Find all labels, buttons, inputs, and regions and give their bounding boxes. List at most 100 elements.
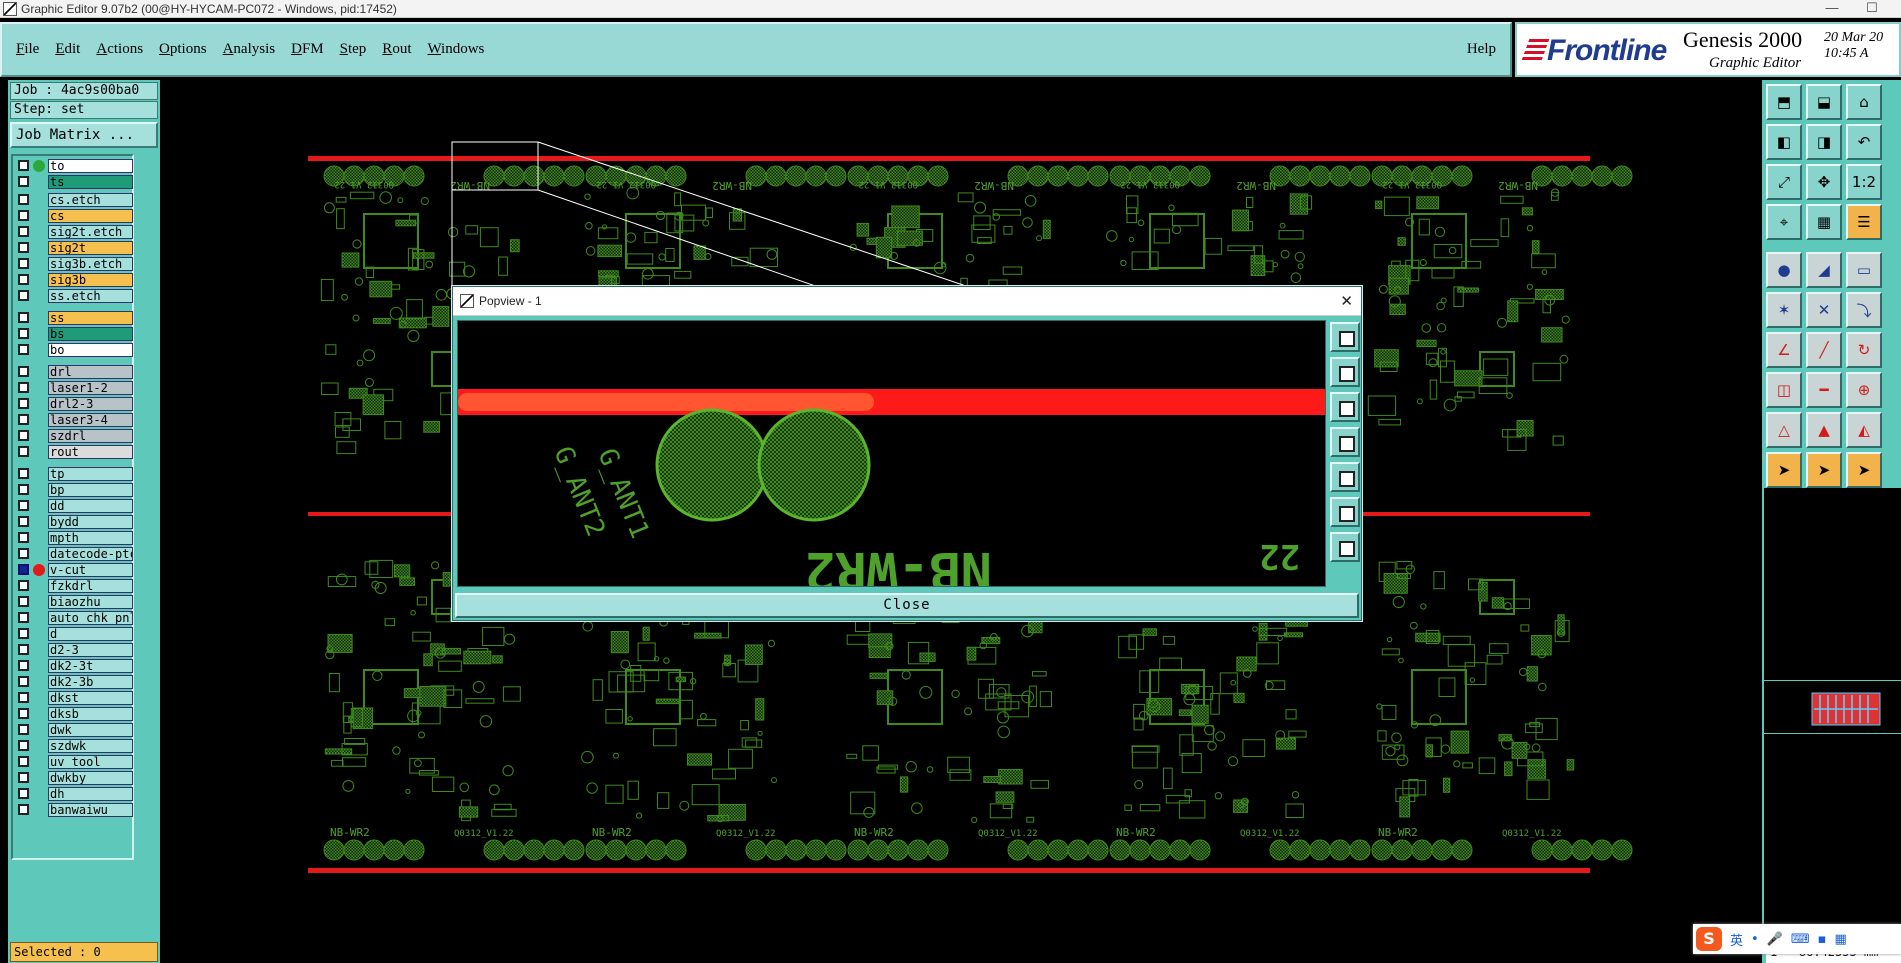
layer-row-dk2-3t[interactable]: dk2-3t [15,659,133,673]
job-matrix-button[interactable]: Job Matrix ... [10,122,158,148]
layer-row-sig2t[interactable]: sig2t [15,241,133,255]
maximize-icon[interactable]: ☐ [1852,0,1892,18]
layer-checkbox[interactable] [18,274,29,285]
layer-row-dk2-3b[interactable]: dk2-3b [15,675,133,689]
layer-checkbox[interactable] [18,692,29,703]
layer-checkbox[interactable] [18,740,29,751]
pointer-step-icon[interactable]: ➤ [1846,452,1882,488]
layer-row-dd[interactable]: dd [15,499,133,513]
layer-row-datecode-ptc[interactable]: datecode-ptc [15,547,133,561]
popview-close-button[interactable]: Close [455,593,1359,618]
layer-row-bydd[interactable]: bydd [15,515,133,529]
skin-icon[interactable]: ▪ [1818,932,1827,947]
move-icon[interactable]: ⊕ [1846,372,1882,408]
layer-row-laser3-4[interactable]: laser3-4 [15,413,133,427]
layer-checkbox[interactable] [18,382,29,393]
layer-row-cs.etch[interactable]: cs.etch [15,193,133,207]
pan-down-icon[interactable]: ⬓ [1806,84,1842,120]
minus-icon[interactable]: ━ [1806,372,1842,408]
layer-checkbox[interactable] [18,242,29,253]
pointer-icon[interactable]: ➤ [1766,452,1802,488]
triangle-outline-icon[interactable]: ▲ [1806,412,1842,448]
layer-row-bo[interactable]: bo [15,343,133,357]
keyboard-icon[interactable]: ⌨ [1791,932,1810,947]
layer-row-dwkby[interactable]: dwkby [15,771,133,785]
layers-icon[interactable]: ☰ [1846,204,1882,240]
layer-checkbox[interactable] [18,366,29,377]
feature-icon[interactable]: ◫ [1766,372,1802,408]
menu-edit[interactable]: Edit [55,41,80,58]
layer-checkbox[interactable] [18,548,29,559]
layer-row-auto_chk_pnl[interactable]: auto_chk_pnl [15,611,133,625]
layer-row-drl[interactable]: drl [15,365,133,379]
layer-row-ss[interactable]: ss [15,311,133,325]
layer-row-bp[interactable]: bp [15,483,133,497]
layer-row-dksb[interactable]: dksb [15,707,133,721]
arc-icon[interactable]: ↻ [1846,332,1882,368]
layer-row-dkst[interactable]: dkst [15,691,133,705]
layer-checkbox[interactable] [18,210,29,221]
layer-row-dh[interactable]: dh [15,787,133,801]
menu-actions[interactable]: Actions [96,41,143,58]
layer-row-fzkdrl[interactable]: fzkdrl [15,579,133,593]
toolbox-icon[interactable]: ▦ [1834,932,1846,947]
layer-row-sig3b.etch[interactable]: sig3b.etch [15,257,133,271]
menu-dfm[interactable]: DFM [291,41,324,58]
layer-row-tp[interactable]: tp [15,467,133,481]
layer-checkbox[interactable] [18,344,29,355]
layer-row-ss.etch[interactable]: ss.etch [15,289,133,303]
pv-pan-down-icon[interactable] [1330,392,1360,422]
layer-checkbox[interactable] [18,446,29,457]
layer-checkbox[interactable] [18,724,29,735]
layer-checkbox[interactable] [18,414,29,425]
line-select-icon[interactable]: ◢ [1806,252,1842,288]
ime-punct-icon[interactable]: • [1751,932,1759,947]
layer-checkbox[interactable] [18,226,29,237]
layer-checkbox[interactable] [18,708,29,719]
layer-checkbox[interactable] [18,564,29,575]
ime-toolbar[interactable]: S 英 • 🎤 ⌨ ▪ ▦ [1693,924,1901,954]
layer-checkbox[interactable] [18,484,29,495]
layer-checkbox[interactable] [18,804,29,815]
zoom-center-icon[interactable]: ✥ [1806,164,1842,200]
angle-icon[interactable]: ∠ [1766,332,1802,368]
layer-row-drl2-3[interactable]: drl2-3 [15,397,133,411]
menu-windows[interactable]: Windows [427,41,484,58]
layer-row-rout[interactable]: rout [15,445,133,459]
layer-checkbox[interactable] [18,500,29,511]
layer-checkbox[interactable] [18,772,29,783]
pointer-plus-icon[interactable]: ➤ [1806,452,1842,488]
layer-row-uv_tool[interactable]: uv_tool [15,755,133,769]
menu-step[interactable]: Step [340,41,367,58]
layer-row-sig2t.etch[interactable]: sig2t.etch [15,225,133,239]
layer-row-biaozhu[interactable]: biaozhu [15,595,133,609]
route-icon[interactable]: ⤵ [1846,292,1882,328]
layer-row-mpth[interactable]: mpth [15,531,133,545]
layer-row-ts[interactable]: ts [15,175,133,189]
layer-row-sig3b[interactable]: sig3b [15,273,133,287]
layer-checkbox[interactable] [18,430,29,441]
layer-row-bs[interactable]: bs [15,327,133,341]
layer-checkbox[interactable] [18,194,29,205]
pv-center-icon[interactable] [1330,532,1360,562]
undo-zoom-icon[interactable]: ↶ [1846,124,1882,160]
layer-checkbox[interactable] [18,468,29,479]
pan-right-icon[interactable]: ◨ [1806,124,1842,160]
menu-file[interactable]: File [16,41,39,58]
layer-checkbox[interactable] [18,160,29,171]
netlist-icon[interactable]: ✶ [1766,292,1802,328]
pv-pan-right-icon[interactable] [1330,462,1360,492]
pv-pan-up-icon[interactable] [1330,357,1360,387]
layer-checkbox[interactable] [18,788,29,799]
layer-row-szdrl[interactable]: szdrl [15,429,133,443]
snap-icon[interactable]: ⌖ [1766,204,1802,240]
layer-checkbox[interactable] [18,612,29,623]
layer-checkbox[interactable] [18,628,29,639]
zoom-fit-icon[interactable]: ⤢ [1766,164,1802,200]
popview-close-icon[interactable]: ✕ [1340,292,1353,310]
home-icon[interactable]: ⌂ [1846,84,1882,120]
pan-left-icon[interactable]: ◧ [1766,124,1802,160]
pad-select-icon[interactable]: ● [1766,252,1802,288]
menu-rout[interactable]: Rout [382,41,411,58]
layer-checkbox[interactable] [18,328,29,339]
